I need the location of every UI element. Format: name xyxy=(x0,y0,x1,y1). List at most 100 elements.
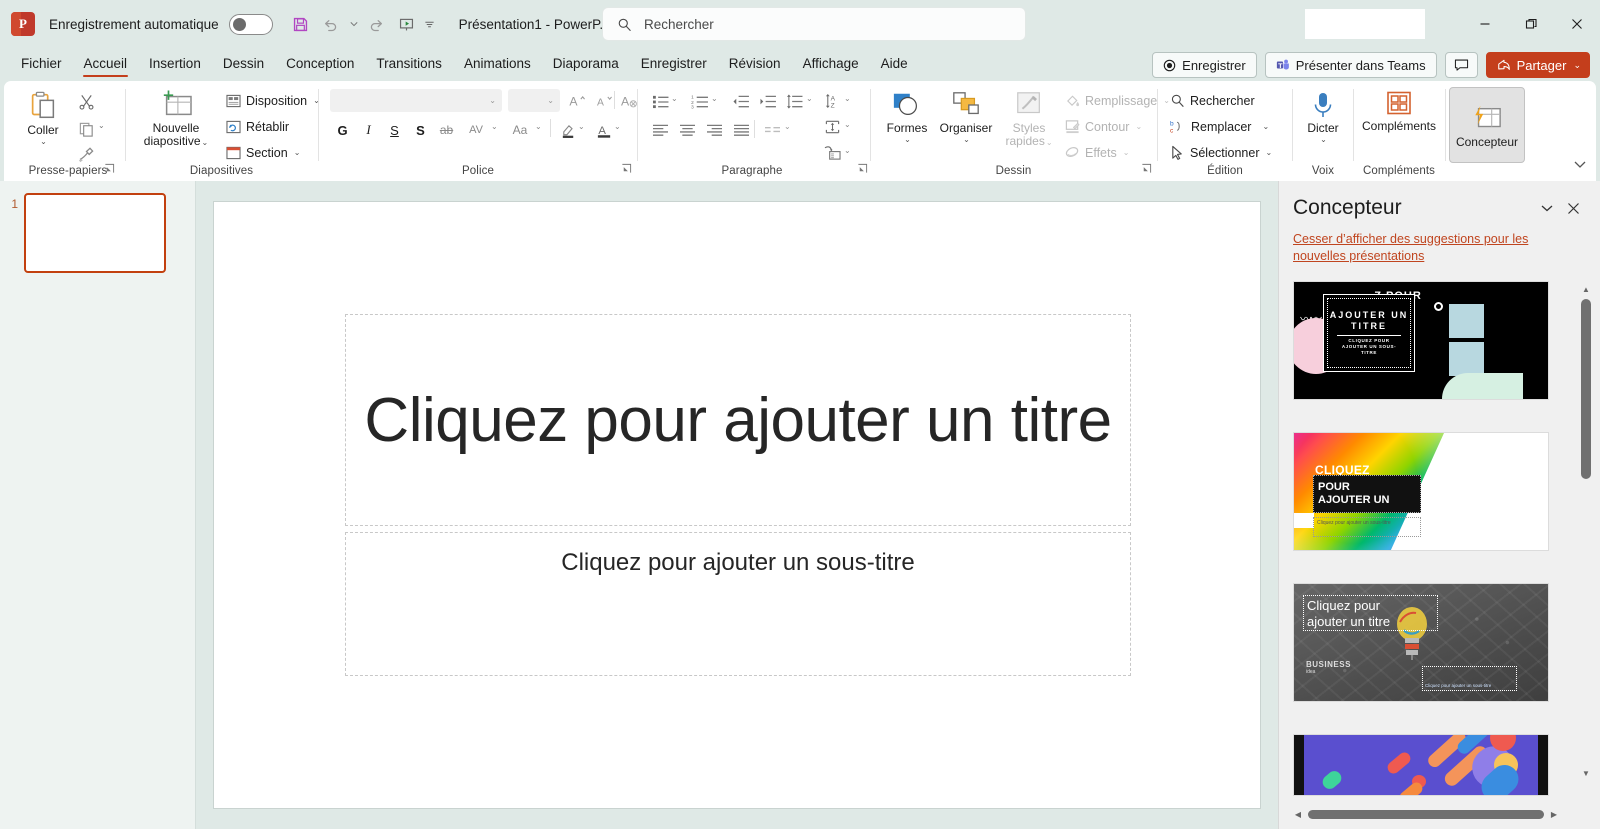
tab-dessin[interactable]: Dessin xyxy=(212,52,275,77)
align-text-icon[interactable] xyxy=(820,115,845,139)
font-size-combobox[interactable]: ⌄ xyxy=(508,89,560,112)
select-button[interactable]: Sélectionner ⌄ xyxy=(1166,141,1276,164)
format-painter-icon[interactable] xyxy=(74,143,98,167)
designer-hscroll-thumb[interactable] xyxy=(1308,809,1544,819)
bullets-dropdown-icon[interactable]: ⌄ xyxy=(671,94,678,103)
strikethrough-button[interactable]: ab xyxy=(434,118,459,142)
replace-button[interactable]: bc Remplacer ⌄ xyxy=(1166,115,1273,138)
align-right-icon[interactable] xyxy=(702,118,727,142)
scroll-down-arrow-icon[interactable]: ▼ xyxy=(1578,765,1594,781)
text-direction-icon[interactable]: AZ xyxy=(820,89,845,113)
tab-accueil[interactable]: Accueil xyxy=(73,52,139,77)
drawing-dialog-launcher[interactable] xyxy=(1141,163,1152,177)
comments-button[interactable] xyxy=(1444,52,1478,78)
customize-qat-icon[interactable] xyxy=(423,10,437,38)
start-slideshow-icon[interactable] xyxy=(393,10,421,38)
text-shadow-button[interactable]: S xyxy=(408,118,433,142)
restore-button[interactable] xyxy=(1508,0,1554,48)
line-spacing-icon[interactable] xyxy=(782,89,807,113)
select-dropdown-icon[interactable]: ⌄ xyxy=(1266,148,1273,157)
columns-icon[interactable] xyxy=(760,118,785,142)
slide-editing-surface[interactable]: Cliquez pour ajouter un titre Cliquez po… xyxy=(213,201,1261,809)
section-button[interactable]: Section ⌄ xyxy=(222,141,304,164)
align-center-icon[interactable] xyxy=(675,118,700,142)
copy-icon[interactable] xyxy=(74,117,98,141)
dictate-dropdown-icon[interactable]: ⌄ xyxy=(1320,135,1327,144)
tab-revision[interactable]: Révision xyxy=(718,52,792,77)
autosave-toggle[interactable] xyxy=(228,13,273,35)
record-button[interactable]: Enregistrer xyxy=(1152,52,1257,78)
undo-icon[interactable] xyxy=(317,10,345,38)
shape-outline-button[interactable]: Contour ⌄ xyxy=(1061,115,1146,138)
designer-scroll-thumb[interactable] xyxy=(1581,299,1591,479)
increase-indent-icon[interactable] xyxy=(755,89,780,113)
scroll-left-arrow-icon[interactable]: ◀ xyxy=(1291,810,1305,819)
design-option-rainbow-paint[interactable]: CLIQUEZ POUR AJOUTER UN Cliquez pour ajo… xyxy=(1293,432,1549,551)
decrease-indent-icon[interactable] xyxy=(728,89,753,113)
italic-button[interactable]: I xyxy=(356,118,381,142)
font-dialog-launcher[interactable] xyxy=(621,163,632,177)
highlight-dropdown-icon[interactable]: ⌄ xyxy=(578,122,585,131)
font-name-combobox[interactable]: ⌄ xyxy=(330,89,502,112)
character-spacing-dropdown-icon[interactable]: ⌄ xyxy=(491,122,498,131)
tab-insertion[interactable]: Insertion xyxy=(138,52,212,77)
shape-effects-dropdown-icon[interactable]: ⌄ xyxy=(1123,148,1130,157)
designer-horizontal-scrollbar[interactable]: ◀ ▶ xyxy=(1291,807,1561,821)
slide-thumbnail-1[interactable] xyxy=(24,193,166,273)
tab-conception[interactable]: Conception xyxy=(275,52,365,77)
smartart-dropdown-icon[interactable]: ⌄ xyxy=(844,146,851,155)
design-option-memphis-black[interactable]: Z POUR 〰〰 AJOUTER UN TITRE CLIQUEZ POUR … xyxy=(1293,281,1549,400)
numbering-icon[interactable]: 123 xyxy=(687,89,712,113)
bold-button[interactable]: G xyxy=(330,118,355,142)
section-dropdown-icon[interactable]: ⌄ xyxy=(294,148,301,157)
reset-button[interactable]: Rétablir xyxy=(222,115,293,138)
stop-suggestions-link[interactable]: Cesser d’afficher des suggestions pour l… xyxy=(1293,231,1584,265)
align-text-dropdown-icon[interactable]: ⌄ xyxy=(844,120,851,129)
replace-dropdown-icon[interactable]: ⌄ xyxy=(1262,122,1269,131)
shape-outline-dropdown-icon[interactable]: ⌄ xyxy=(1135,122,1142,131)
dictate-button[interactable]: Dicter ⌄ xyxy=(1300,87,1346,144)
new-slide-button[interactable]: Nouvelle diapositive⌄ xyxy=(134,87,218,149)
tab-aide[interactable]: Aide xyxy=(870,52,919,77)
collapse-ribbon-button[interactable] xyxy=(1570,155,1590,175)
tab-animations[interactable]: Animations xyxy=(453,52,542,77)
redo-icon[interactable] xyxy=(363,10,391,38)
close-button[interactable] xyxy=(1554,0,1600,48)
share-dropdown-icon[interactable]: ⌄ xyxy=(1573,60,1581,71)
tab-transitions[interactable]: Transitions xyxy=(365,52,453,77)
quick-styles-button[interactable]: Styles rapides⌄ xyxy=(1001,87,1057,149)
tab-enregistrer[interactable]: Enregistrer xyxy=(630,52,718,77)
underline-button[interactable]: S xyxy=(382,118,407,142)
text-direction-dropdown-icon[interactable]: ⌄ xyxy=(844,94,851,103)
character-spacing-button[interactable]: AV xyxy=(462,118,490,142)
columns-dropdown-icon[interactable]: ⌄ xyxy=(784,122,791,131)
shape-effects-button[interactable]: Effets ⌄ xyxy=(1061,141,1133,164)
share-button[interactable]: Partager ⌄ xyxy=(1485,52,1590,78)
bullets-icon[interactable] xyxy=(648,89,673,113)
minimize-button[interactable] xyxy=(1462,0,1508,48)
justify-icon[interactable] xyxy=(729,118,754,142)
save-icon[interactable] xyxy=(287,10,315,38)
change-case-button[interactable]: Aa xyxy=(507,118,533,142)
shapes-dropdown-icon[interactable]: ⌄ xyxy=(904,135,911,144)
arrange-button[interactable]: Organiser ⌄ xyxy=(935,87,997,144)
tab-diaporama[interactable]: Diaporama xyxy=(542,52,630,77)
change-case-dropdown-icon[interactable]: ⌄ xyxy=(535,122,542,131)
scroll-right-arrow-icon[interactable]: ▶ xyxy=(1547,810,1561,819)
tab-affichage[interactable]: Affichage xyxy=(792,52,870,77)
find-button[interactable]: Rechercher xyxy=(1166,89,1259,112)
design-option-purple-shapes[interactable] xyxy=(1293,734,1549,796)
designer-vertical-scrollbar[interactable]: ▲ ▼ xyxy=(1578,281,1594,781)
account-area[interactable] xyxy=(1305,9,1425,39)
shapes-button[interactable]: Formes ⌄ xyxy=(881,87,933,144)
undo-dropdown-icon[interactable] xyxy=(347,10,361,38)
line-spacing-dropdown-icon[interactable]: ⌄ xyxy=(806,94,813,103)
layout-button[interactable]: Disposition ⌄ xyxy=(222,89,324,112)
title-placeholder[interactable]: Cliquez pour ajouter un titre xyxy=(345,314,1131,526)
close-icon[interactable] xyxy=(1560,195,1586,221)
paste-button[interactable]: Coller ⌄ xyxy=(18,87,68,146)
arrange-dropdown-icon[interactable]: ⌄ xyxy=(963,135,970,144)
chevron-down-icon[interactable] xyxy=(1534,195,1560,221)
increase-font-size-icon[interactable]: A xyxy=(565,89,590,113)
copy-dropdown-icon[interactable]: ⌄ xyxy=(98,121,105,130)
